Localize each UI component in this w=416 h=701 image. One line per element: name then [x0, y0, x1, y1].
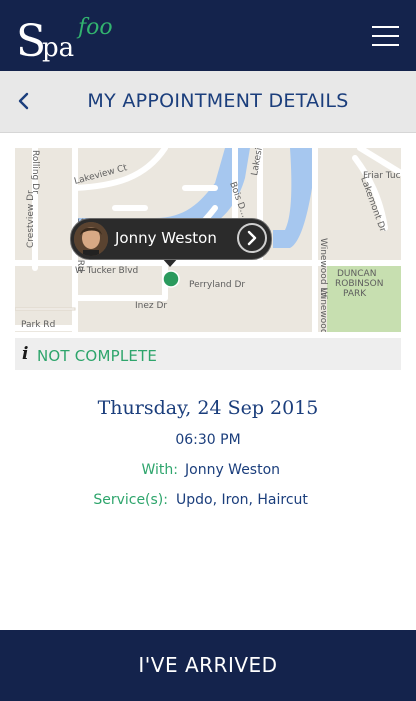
page-title: MY APPOINTMENT DETAILS [87, 90, 349, 112]
street-label: Crestview Dr [26, 190, 36, 248]
hamburger-menu-icon[interactable] [372, 26, 400, 46]
stylist-callout[interactable]: Jonny Weston [70, 218, 272, 260]
svg-text:pa: pa [42, 33, 74, 62]
location-pin-icon[interactable] [162, 270, 180, 288]
appointment-time: 06:30 PM [175, 432, 241, 448]
street-label: ROBINSON [335, 279, 383, 289]
street-label: Inez Dr [135, 301, 167, 311]
street-label: DUNCAN [337, 269, 376, 279]
chevron-left-icon[interactable] [14, 89, 36, 113]
chevron-right-circle-icon[interactable] [237, 223, 267, 253]
with-value: Jonny Weston [185, 462, 281, 478]
street-label: Park Rd [21, 320, 55, 330]
arrived-button[interactable]: I'VE ARRIVED [0, 630, 416, 701]
stylist-avatar[interactable] [74, 222, 108, 256]
status-text: NOT COMPLETE [37, 347, 158, 365]
arrived-button-label: I'VE ARRIVED [138, 653, 278, 677]
stylist-name: Jonny Weston [115, 229, 217, 247]
with-label: With: [141, 462, 178, 478]
appointment-date: Thursday, 24 Sep 2015 [97, 397, 319, 419]
street-label: PARK [343, 289, 367, 299]
services-value: Updo, Iron, Haircut [176, 492, 308, 508]
street-label: Winewood [318, 288, 328, 332]
svg-text:foo: foo [76, 15, 112, 40]
info-icon: i [22, 344, 29, 364]
status-banner: i NOT COMPLETE [15, 338, 401, 370]
street-label: Rolling Dr [30, 150, 40, 194]
street-label: W Tucker Blvd [75, 266, 138, 276]
title-bar: MY APPOINTMENT DETAILS [0, 71, 416, 133]
spafoo-logo[interactable]: S pa foo [16, 10, 112, 62]
app-header: S pa foo [0, 0, 416, 71]
services-label: Service(s): [93, 492, 168, 508]
street-label: Perryland Dr [189, 280, 245, 290]
